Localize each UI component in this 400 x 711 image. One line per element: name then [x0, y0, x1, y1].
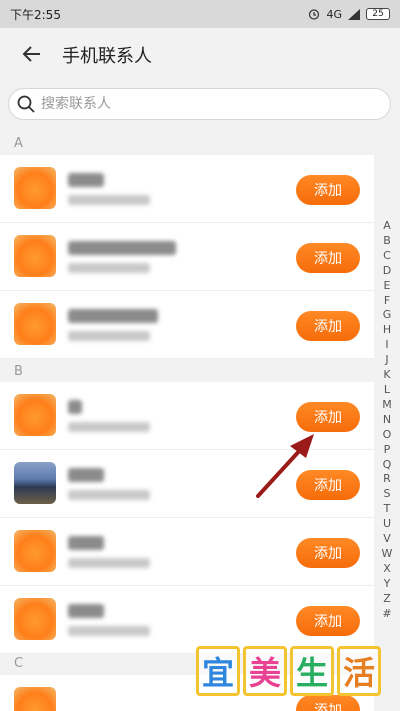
annotation-arrow-icon — [256, 434, 314, 498]
watermark-char: 生 — [290, 646, 334, 696]
watermark-char: 宜 — [196, 646, 240, 696]
watermark-char: 活 — [337, 646, 381, 696]
watermark-char: 美 — [243, 646, 287, 696]
watermark-logo: 宜美生活 — [196, 646, 384, 704]
